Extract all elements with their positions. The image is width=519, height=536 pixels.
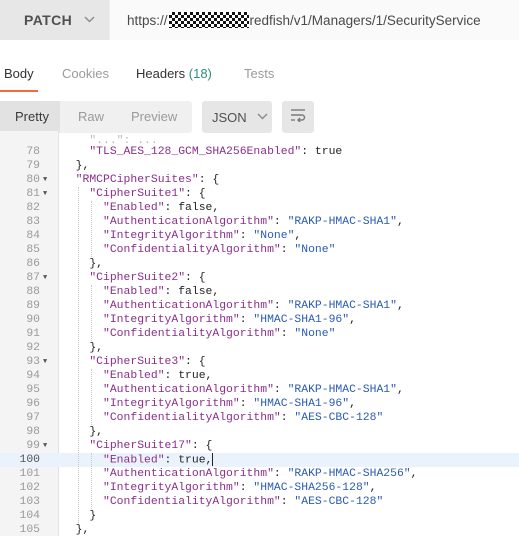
code-text: "Enabled": false, [103,286,220,298]
code-text: "CipherSuite2": { [89,272,206,284]
url-path: redfish/v1/Managers/1/SecurityService [249,12,481,28]
format-label: JSON [212,109,247,125]
line-number: 80 [26,174,40,186]
code-text: }, [62,342,104,354]
tab-body[interactable]: Body [4,66,34,81]
line-number: 81 [26,188,40,200]
active-tab-indicator [0,90,38,92]
view-preview-button[interactable]: Preview [131,109,177,124]
code-text: "Enabled": true, [103,370,213,382]
code-text: "AuthenticationAlgorithm": "RAKP-HMAC-SH… [103,216,404,228]
fold-arrow-icon[interactable]: ▼ [43,439,47,453]
view-raw-button[interactable]: Raw [78,109,104,124]
code-line: 78 "TLS_AES_128_GCM_SHA256Enabled": true [0,145,519,159]
code-text: }, [62,426,104,438]
code-text: "RMCPCipherSuites": { [75,174,220,186]
method-dropdown[interactable]: PATCH [0,0,109,40]
tab-cookies[interactable]: Cookies [62,66,109,81]
view-mode-switch: Pretty Raw Preview [0,101,192,133]
line-number: 87 [26,272,40,284]
code-text: "Enabled": true, [103,453,214,467]
code-text: "CipherSuite3": { [89,356,206,368]
code-line: 79 }, [0,159,519,173]
wrap-lines-button[interactable] [282,101,314,133]
code-line: 105 }, [0,523,519,536]
line-number: 103 [19,496,40,508]
method-label: PATCH [24,12,73,28]
line-number: 98 [26,426,40,438]
line-number: 79 [26,160,40,172]
line-number: 88 [26,286,40,298]
line-number: 92 [26,342,40,354]
line-number: 90 [26,314,40,326]
code-text: }, [62,160,90,172]
line-number: 84 [26,230,40,242]
url-input[interactable]: https:// redfish/v1/Managers/1/SecurityS… [110,0,519,40]
code-text: "IntegrityAlgorithm": "HMAC-SHA1-96", [103,314,356,326]
fold-arrow-icon[interactable]: ▼ [43,173,47,187]
code-text: "AuthenticationAlgorithm": "RAKP-HMAC-SH… [103,300,404,312]
code-text: }, [62,524,90,536]
code-line: 80 ▼ "RMCPCipherSuites": { [0,173,519,187]
line-number: 82 [26,202,40,214]
code-text: "TLS_AES_128_GCM_SHA256Enabled": true [89,146,343,158]
line-number: 95 [26,384,40,396]
tab-tests[interactable]: Tests [244,66,274,81]
redacted-host [168,12,249,28]
url-prefix: https:// [127,12,168,28]
indent-guide [91,369,93,425]
line-number: 83 [26,216,40,228]
code-text: "ConfidentialityAlgorithm": "None" [103,328,336,340]
fold-arrow-icon[interactable]: ▼ [43,187,47,201]
response-tabs: Body Cookies Headers (18) Tests [0,52,519,92]
line-number: 100 [19,454,40,466]
indent-guide [77,187,79,523]
code-text: "IntegrityAlgorithm": "None", [103,230,302,242]
line-number: 91 [26,328,40,340]
code-text: "ConfidentialityAlgorithm": "AES-CBC-128… [103,496,384,508]
wrap-lines-icon [289,108,307,127]
line-number: 78 [26,146,40,158]
fold-arrow-icon[interactable]: ▼ [43,355,47,369]
code-text: "IntegrityAlgorithm": "HMAC-SHA256-128", [103,482,377,494]
line-number: 94 [26,370,40,382]
code-text: "Enabled": false, [103,202,220,214]
code-text: }, [62,258,104,270]
response-body-editor[interactable]: "...": ... 78 "TLS_AES_128_GCM_SHA256Enab… [0,131,519,536]
code-text: "CipherSuite17": { [89,440,213,452]
tab-headers[interactable]: Headers (18) [136,66,212,81]
line-number: 86 [26,258,40,270]
format-dropdown[interactable]: JSON [202,101,272,133]
request-bar: PATCH https:// redfish/v1/Managers/1/Sec… [0,0,519,40]
line-number: 97 [26,412,40,424]
line-number: 85 [26,244,40,256]
line-number: 101 [19,468,40,480]
indent-guide [91,453,93,509]
line-number: 96 [26,398,40,410]
view-toolbar: Pretty Raw Preview JSON [0,101,519,133]
line-number: 99 [26,440,40,452]
line-number: 104 [19,510,40,522]
code-text: "CipherSuite1": { [89,188,206,200]
indent-guide [91,201,93,257]
code-text: } [62,510,97,522]
line-number: 105 [19,524,40,536]
text-cursor [212,453,214,466]
fold-arrow-icon[interactable]: ▼ [43,271,47,285]
code-text: "ConfidentialityAlgorithm": "None" [103,244,336,256]
line-number: 102 [19,482,40,494]
line-number: 93 [26,356,40,368]
code-text: "IntegrityAlgorithm": "HMAC-SHA1-96", [103,398,356,410]
tab-headers-label: Headers [136,66,186,81]
chevron-down-icon [84,15,95,26]
code-text: "ConfidentialityAlgorithm": "AES-CBC-128… [103,412,384,424]
code-text: "AuthenticationAlgorithm": "RAKP-HMAC-SH… [103,384,404,396]
indent-guide [91,285,93,341]
headers-count-badge: (18) [188,66,212,81]
chevron-down-icon [257,112,268,123]
view-pretty-button[interactable]: Pretty [15,109,49,124]
code-text: "AuthenticationAlgorithm": "RAKP-HMAC-SH… [103,468,418,480]
line-number: 89 [26,300,40,312]
